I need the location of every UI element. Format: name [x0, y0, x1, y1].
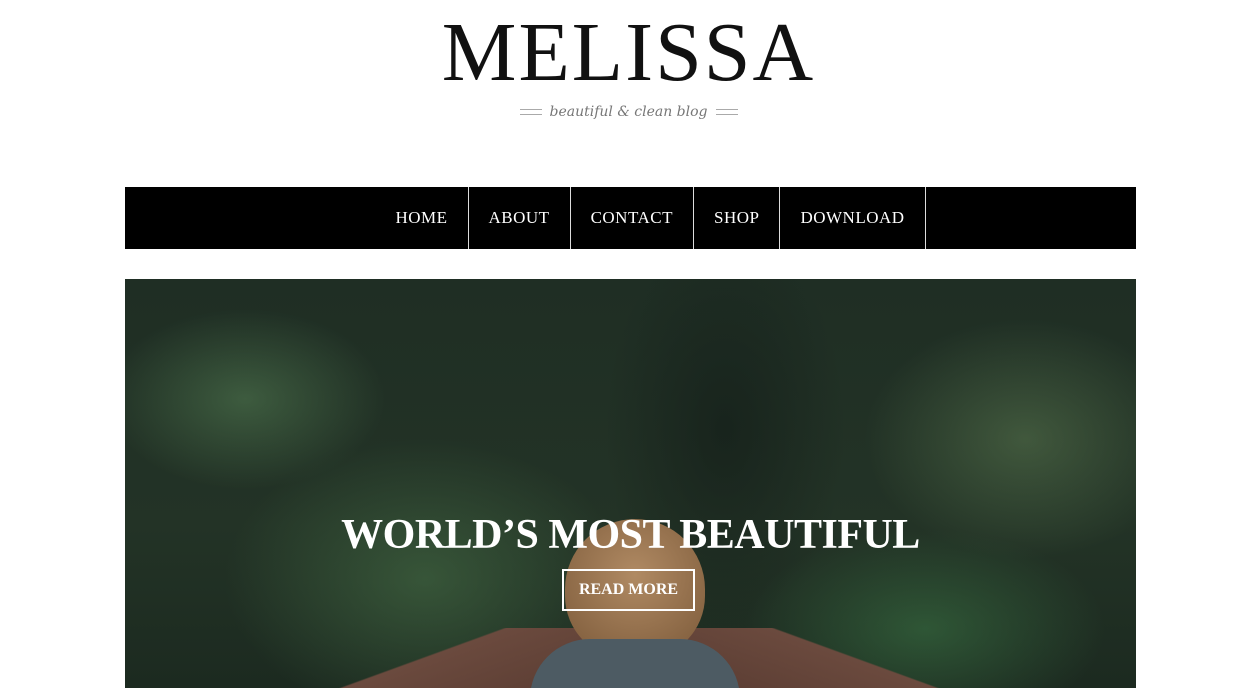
site-title: MELISSA — [441, 6, 816, 99]
tagline: beautiful & clean blog — [0, 104, 1257, 120]
hero-image-person-body — [530, 639, 740, 688]
nav-item-download[interactable]: DOWNLOAD — [780, 187, 926, 249]
hero-title[interactable]: WORLD’S MOST BEAUTIFUL — [125, 511, 1136, 559]
tagline-text: beautiful & clean blog — [549, 104, 708, 120]
nav-item-home[interactable]: HOME — [375, 187, 469, 249]
divider — [715, 109, 738, 115]
site-logo[interactable]: MELISSA beautiful & clean blog — [0, 6, 1257, 121]
hero-slider: WORLD’S MOST BEAUTIFUL READ MORE — [125, 279, 1136, 688]
nav-item-about[interactable]: ABOUT — [469, 187, 571, 249]
divider — [519, 109, 542, 115]
nav-item-shop[interactable]: SHOP — [694, 187, 781, 249]
nav-item-contact[interactable]: CONTACT — [571, 187, 694, 249]
main-nav: HOME ABOUT CONTACT SHOP DOWNLOAD — [125, 187, 1136, 249]
read-more-button[interactable]: READ MORE — [562, 569, 695, 611]
